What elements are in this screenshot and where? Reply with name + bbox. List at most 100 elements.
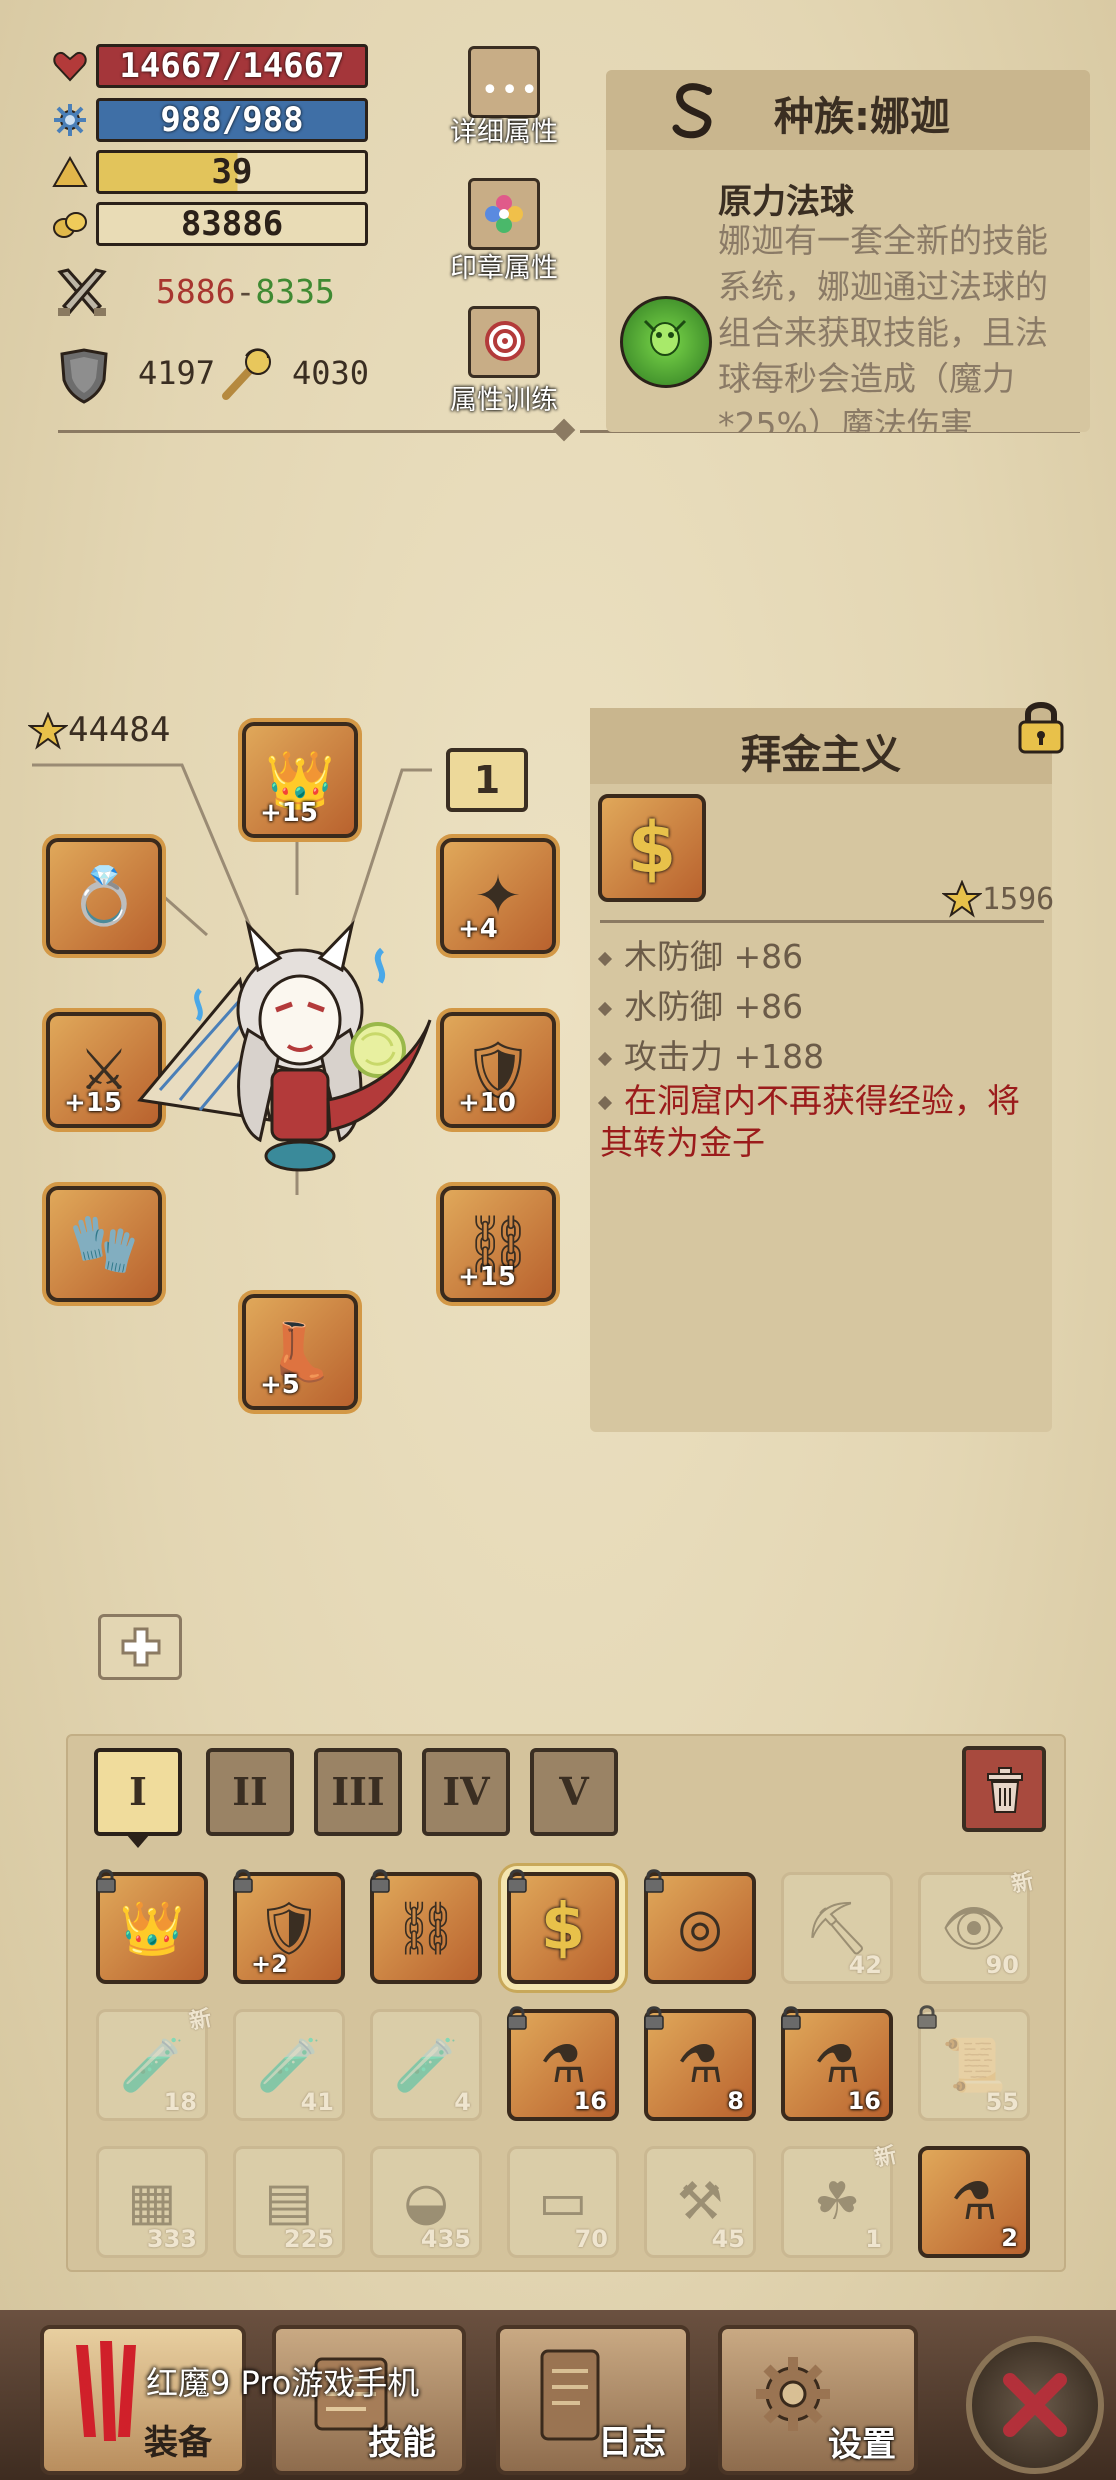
- item-count: 225: [283, 2225, 334, 2253]
- nav-log-button[interactable]: 日志: [496, 2325, 690, 2475]
- gold-bar: 83886: [96, 202, 368, 246]
- inventory-slot[interactable]: ⚗ 16: [507, 2006, 619, 2121]
- active-tab-pointer: [126, 1834, 150, 1848]
- orb-skill-icon[interactable]: [620, 296, 712, 388]
- inventory-slot[interactable]: 🧪 18 新: [96, 2006, 214, 2121]
- item-count: 18: [163, 2088, 197, 2116]
- trash-button[interactable]: [962, 1746, 1046, 1832]
- magic-staff-icon: [222, 348, 271, 400]
- seal-flower-icon: [485, 195, 523, 233]
- item-count: 8: [727, 2087, 744, 2115]
- inventory-slot[interactable]: ⚒ 45: [644, 2146, 756, 2258]
- detail-attributes-button[interactable]: •••: [468, 46, 540, 118]
- detail-attributes-label: 详细属性: [450, 117, 558, 148]
- seal-attributes-button[interactable]: [468, 178, 540, 250]
- level-triangle-icon: [52, 155, 88, 187]
- race-panel: 种族:娜迦 原力法球 娜迦有一套全新的技能系统，娜迦通过法球的组合来获取技能，且…: [606, 70, 1090, 432]
- target-icon: [485, 321, 525, 361]
- lock-icon: [507, 1869, 527, 1893]
- nav-skills-label: 技能: [368, 2423, 436, 2463]
- race-description: 娜迦有一套全新的技能系统，娜迦通过法球的组合来获取技能，且法球每秒会造成（魔力*…: [718, 221, 1048, 432]
- equip-slot-boots[interactable]: 👢 +5: [242, 1294, 358, 1410]
- character-portrait[interactable]: [130, 920, 450, 1180]
- enhance-level: +5: [260, 1370, 300, 1400]
- inventory-slot[interactable]: 👑: [96, 1869, 208, 1984]
- equipment-page-button[interactable]: 1: [446, 748, 528, 812]
- equip-slot-helmet[interactable]: 👑 +15: [242, 722, 358, 838]
- inventory-slot[interactable]: ⚗ 2: [918, 2146, 1030, 2258]
- lock-icon: [507, 2006, 527, 2030]
- hp-bar: 14667/14667: [96, 44, 368, 88]
- nav-settings-button[interactable]: 设置: [718, 2325, 918, 2475]
- inventory-tab-2[interactable]: II: [206, 1748, 294, 1836]
- bullet-icon: [597, 1095, 613, 1110]
- race-title: 种族:娜迦: [774, 94, 950, 140]
- equip-slot-staff[interactable]: ✦ +4: [440, 838, 556, 954]
- item-divider: [600, 920, 1044, 923]
- inventory-slot[interactable]: ⛓: [370, 1869, 482, 1984]
- inventory-slot[interactable]: 📜 55: [917, 2005, 1030, 2121]
- defense-value: 4197: [138, 354, 216, 392]
- lock-icon: [233, 1869, 253, 1893]
- plus-cross-icon: [121, 1627, 161, 1667]
- item-count: 41: [300, 2088, 334, 2116]
- enhance-level: +10: [458, 1088, 516, 1118]
- lock-icon[interactable]: [1014, 698, 1068, 756]
- equip-slot-belt[interactable]: ⛓ +15: [440, 1186, 556, 1302]
- inventory-slot[interactable]: 👁 90 新: [918, 1869, 1036, 1984]
- magic-value: 4030: [292, 354, 370, 392]
- heart-icon: [53, 52, 87, 82]
- lock-icon: [644, 1869, 664, 1893]
- close-x-icon: [1003, 2373, 1067, 2437]
- equip-slot-armor[interactable]: 🛡 +10: [440, 1012, 556, 1128]
- inventory-slot[interactable]: $: [507, 1869, 619, 1984]
- inventory-slot[interactable]: ⚗ 8: [644, 2006, 756, 2121]
- enhance-level: +15: [458, 1262, 516, 1292]
- inventory-tab-3[interactable]: III: [314, 1748, 402, 1836]
- item-count: 333: [146, 2225, 197, 2253]
- snake-icon: [672, 83, 712, 139]
- item-count: 90: [985, 1951, 1019, 1979]
- inventory-slot[interactable]: ▤ 225: [233, 2146, 345, 2258]
- level-bar: 39: [96, 150, 368, 194]
- star-icon: [942, 880, 982, 918]
- attribute-training-label: 属性训练: [450, 385, 558, 416]
- lock-icon: [370, 1869, 390, 1893]
- nav-settings-label: 设置: [828, 2425, 896, 2465]
- inventory-slot[interactable]: ☘ 1 新: [781, 2143, 899, 2258]
- trash-icon: [987, 1767, 1023, 1813]
- shield-icon: [60, 348, 108, 404]
- inventory-slot[interactable]: ▭ 70: [507, 2146, 619, 2258]
- device-watermark: 红魔9 Pro游戏手机: [146, 2364, 420, 2402]
- attribute-training-button[interactable]: [468, 306, 540, 378]
- inventory-slot[interactable]: 🛡 +2: [233, 1869, 345, 1984]
- equip-slot-gloves[interactable]: 🧤: [46, 1186, 162, 1302]
- attack-min: 5886: [156, 272, 236, 311]
- bullet-icon: [597, 1051, 613, 1066]
- close-button[interactable]: [966, 2336, 1104, 2474]
- item-count: 16: [573, 2087, 607, 2115]
- item-count: +2: [251, 1950, 288, 1978]
- inventory-tab-5[interactable]: V: [530, 1748, 618, 1836]
- red-magic-claw-icon: [76, 2341, 136, 2441]
- inventory-slot[interactable]: ◎: [644, 1869, 756, 1984]
- inventory-slot[interactable]: ◒ 435: [370, 2146, 482, 2258]
- inventory-slot[interactable]: 🧪 4: [370, 2009, 482, 2121]
- item-stat-wood-def: 木防御 +86: [597, 930, 803, 978]
- expand-button[interactable]: [98, 1614, 182, 1680]
- item-count: 16: [847, 2087, 881, 2115]
- lock-icon: [96, 1869, 116, 1893]
- naga-face-icon: [643, 319, 687, 356]
- item-count: 55: [985, 2088, 1019, 2116]
- inventory-slot[interactable]: 🧪 41: [233, 2009, 345, 2121]
- inventory-tab-1[interactable]: I: [94, 1748, 182, 1836]
- inventory-tab-4[interactable]: IV: [422, 1748, 510, 1836]
- item-stat-attack: 攻击力 +188: [597, 1030, 824, 1078]
- divider-diamond: [552, 418, 576, 442]
- gloves-icon: 🧤: [69, 1212, 139, 1277]
- lock-icon: [781, 2006, 801, 2030]
- inventory-slot[interactable]: ⛏ 42: [781, 1872, 893, 1984]
- item-detail-icon: $: [598, 794, 706, 902]
- inventory-slot[interactable]: ▦ 333: [96, 2146, 208, 2258]
- inventory-slot[interactable]: ⚗ 16: [781, 2006, 893, 2121]
